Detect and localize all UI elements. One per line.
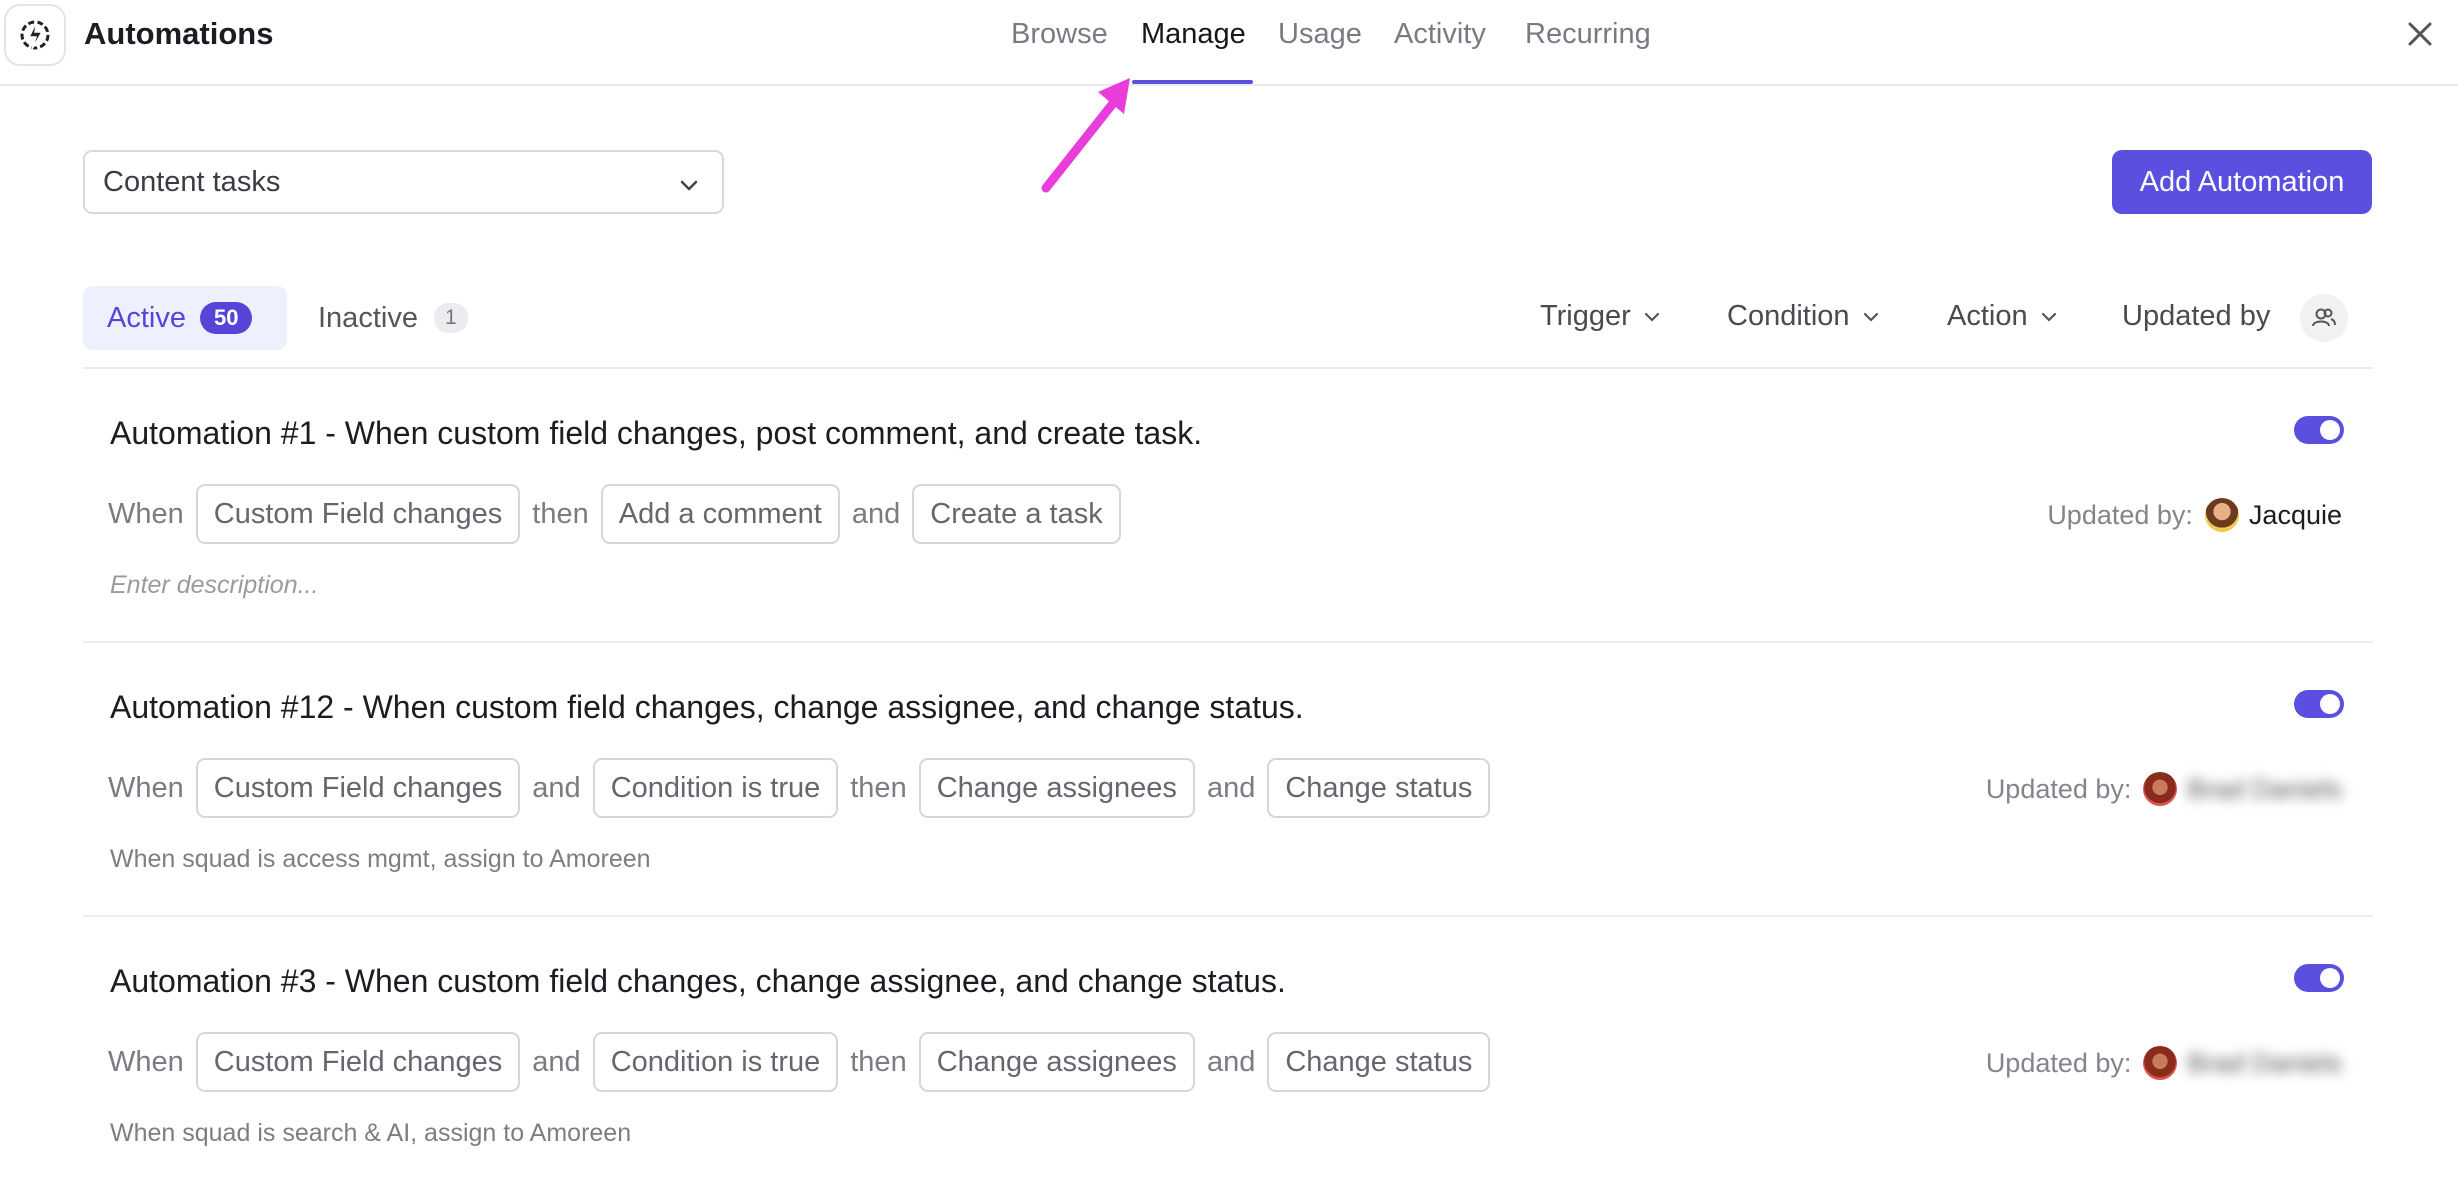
flow-step-chip[interactable]: Custom Field changes <box>195 758 521 818</box>
chevron-down-icon <box>1863 312 1878 322</box>
toggle-knob <box>2320 694 2340 714</box>
flow-connector-text: then <box>850 771 907 804</box>
automation-description[interactable]: When squad is search & AI, assign to Amo… <box>110 1119 631 1148</box>
tab-active-label: Active <box>107 301 186 334</box>
updated-by-label: Updated by: <box>1985 773 2132 804</box>
toggle-knob <box>2320 968 2340 988</box>
flow-connector-text: When <box>108 497 184 530</box>
flow-connector-text: and <box>851 497 901 530</box>
page-title: Automations <box>84 16 274 51</box>
updated-by-info: Updated by: Jacquie <box>2047 493 2342 537</box>
divider <box>83 641 2373 643</box>
tab-active[interactable]: Active 50 <box>83 286 287 350</box>
tab-browse[interactable]: Browse <box>1011 18 1108 51</box>
action-filter[interactable]: Action <box>1947 300 2058 333</box>
flow-step-chip[interactable]: Change status <box>1267 758 1491 818</box>
close-button[interactable] <box>2400 14 2440 54</box>
chevron-down-icon <box>1644 312 1659 322</box>
flow-step-chip[interactable]: Create a task <box>912 484 1121 544</box>
flow-connector-text: and <box>532 1045 581 1078</box>
inactive-count-badge: 1 <box>433 303 468 333</box>
tab-recurring[interactable]: Recurring <box>1525 18 1651 51</box>
close-icon <box>2408 22 2432 46</box>
divider <box>83 915 2373 917</box>
automation-flow: When Custom Field changes then Add a commen… <box>108 484 1121 544</box>
avatar <box>2143 1046 2178 1080</box>
chevron-down-icon <box>2041 312 2056 322</box>
tab-activity[interactable]: Activity <box>1394 18 1486 51</box>
flow-connector-text: then <box>850 1045 907 1078</box>
tab-usage[interactable]: Usage <box>1278 18 1362 51</box>
updated-by-label: Updated by: <box>1985 1047 2132 1078</box>
flow-connector-text: and <box>1206 771 1256 804</box>
tab-manage[interactable]: Manage <box>1141 18 1246 51</box>
flow-step-chip[interactable]: Condition is true <box>592 1032 839 1092</box>
list-select-value: Content tasks <box>103 165 281 198</box>
app-header: Automations Browse Manage Usage Activity… <box>0 0 2458 86</box>
avatar <box>2143 772 2178 806</box>
automation-toggle[interactable] <box>2294 964 2344 992</box>
action-filter-label: Action <box>1947 300 2028 332</box>
automation-title[interactable]: Automation #3 - When custom field change… <box>110 963 1286 1000</box>
automation-toggle[interactable] <box>2294 690 2344 718</box>
flow-step-chip[interactable]: Condition is true <box>592 758 839 818</box>
flow-connector-text: then <box>532 497 589 530</box>
divider <box>83 367 2373 369</box>
flow-step-chip[interactable]: Change status <box>1267 1032 1491 1092</box>
annotation-arrow-icon <box>1041 78 1130 193</box>
flow-connector-text: When <box>108 771 184 804</box>
add-automation-button[interactable]: Add Automation <box>2112 150 2372 214</box>
automation-title[interactable]: Automation #12 - When custom field chang… <box>110 689 1304 726</box>
flow-step-chip[interactable]: Add a comment <box>600 484 840 544</box>
people-filter-button[interactable] <box>2300 294 2348 342</box>
updated-by-name: Brad Daniels <box>2187 773 2342 804</box>
tab-inactive-label: Inactive <box>318 301 418 334</box>
people-icon <box>2312 308 2336 327</box>
updated-by-info: Updated by: Brad Daniels <box>1986 1041 2342 1085</box>
updated-by-info: Updated by: Brad Daniels <box>1986 767 2342 811</box>
flow-step-chip[interactable]: Custom Field changes <box>195 484 521 544</box>
updated-by-name: Jacquie <box>2248 499 2342 530</box>
tab-inactive[interactable]: Inactive 1 <box>296 286 496 350</box>
automation-title[interactable]: Automation #1 - When custom field change… <box>110 415 1202 452</box>
flow-connector-text: When <box>108 1045 184 1078</box>
flow-step-chip[interactable]: Custom Field changes <box>195 1032 521 1092</box>
active-count-badge: 50 <box>199 302 253 334</box>
condition-filter-label: Condition <box>1727 300 1850 332</box>
avatar <box>2204 498 2239 532</box>
updated-by-name: Brad Daniels <box>2187 1047 2342 1078</box>
automation-description[interactable]: When squad is access mgmt, assign to Amo… <box>110 845 651 874</box>
updated-by-filter[interactable]: Updated by <box>2122 300 2270 333</box>
automations-logo-icon <box>4 4 66 66</box>
flow-step-chip[interactable]: Change assignees <box>918 1032 1195 1092</box>
automation-flow: When Custom Field changes and Condition is … <box>108 1032 1491 1092</box>
automation-toggle[interactable] <box>2294 416 2344 444</box>
updated-by-filter-label: Updated by <box>2122 300 2271 332</box>
condition-filter[interactable]: Condition <box>1727 300 1880 333</box>
trigger-filter[interactable]: Trigger <box>1540 300 1661 333</box>
updated-by-label: Updated by: <box>2047 499 2193 530</box>
automation-flow: When Custom Field changes and Condition is … <box>108 758 1491 818</box>
flow-connector-text: and <box>532 771 581 804</box>
trigger-filter-label: Trigger <box>1540 300 1631 332</box>
list-select-dropdown[interactable]: Content tasks <box>83 150 724 214</box>
active-tab-indicator <box>1132 80 1253 84</box>
chevron-down-icon <box>680 180 698 191</box>
toggle-knob <box>2320 420 2340 440</box>
automation-description[interactable]: Enter description... <box>110 571 318 600</box>
flow-step-chip[interactable]: Change assignees <box>918 758 1195 818</box>
flow-connector-text: and <box>1206 1045 1256 1078</box>
